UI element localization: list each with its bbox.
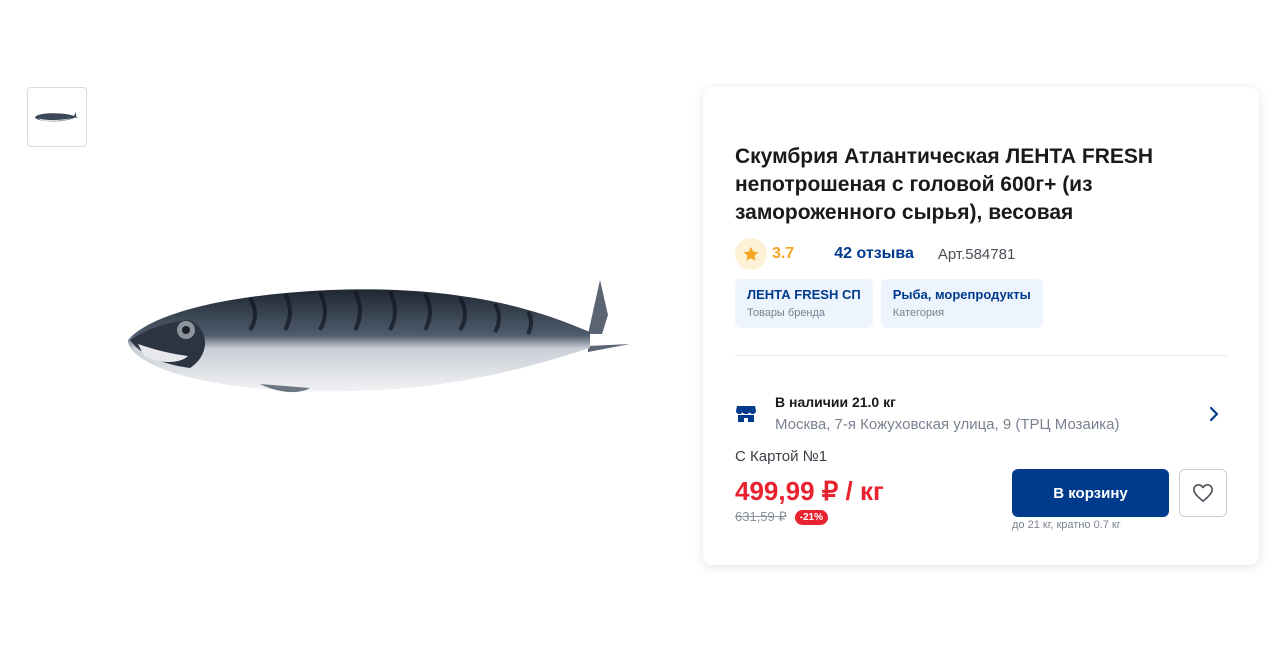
thumbnail-image[interactable]	[27, 87, 87, 147]
product-chips: ЛЕНТА FRESH СП Товары бренда Рыба, мореп…	[735, 279, 1043, 328]
fish-thumbnail-icon	[35, 111, 79, 122]
article-number: Арт.584781	[937, 245, 1016, 263]
chip-category[interactable]: Рыба, морепродукты Категория	[880, 279, 1043, 328]
add-to-cart-button[interactable]: В корзину	[1012, 469, 1169, 517]
reviews-link[interactable]: 42 отзыва	[834, 245, 914, 263]
star-icon	[735, 238, 767, 270]
discount-badge: -21%	[794, 509, 829, 525]
old-price-row: 631,59 ₽ -21%	[735, 509, 829, 525]
product-main-image	[110, 260, 650, 420]
chip-brand[interactable]: ЛЕНТА FRESH СП Товары бренда	[735, 279, 873, 328]
old-price: 631,59 ₽	[735, 509, 787, 524]
chip-brand-subtitle: Товары бренда	[747, 307, 826, 319]
chevron-right-icon	[1209, 406, 1219, 427]
loyalty-card-label: С Картой №1	[735, 448, 828, 465]
heart-icon	[1193, 484, 1213, 502]
stock-title: В наличии 21.0 кг	[775, 394, 896, 410]
chip-brand-title: ЛЕНТА FRESH СП	[747, 287, 861, 302]
stock-availability[interactable]: В наличии 21.0 кг Москва, 7-я Кожуховска…	[735, 392, 1227, 436]
mackerel-fish-image	[128, 280, 630, 393]
store-icon	[735, 404, 757, 429]
chip-category-subtitle: Категория	[892, 307, 945, 319]
current-price: 499,99 ₽ / кг	[735, 476, 884, 506]
divider	[735, 355, 1227, 356]
cart-quantity-note: до 21 кг, кратно 0.7 кг	[1012, 519, 1121, 531]
rating-value: 3.7	[772, 245, 795, 262]
chip-category-title: Рыба, морепродукты	[892, 287, 1031, 302]
product-title: Скумбрия Атлантическая ЛЕНТА FRESH непот…	[735, 145, 1154, 224]
rating-row: 3.7 42 отзыва Арт.584781	[735, 238, 1015, 270]
favorite-button[interactable]	[1179, 469, 1227, 517]
stock-address: Москва, 7-я Кожуховская улица, 9 (ТРЦ Мо…	[775, 416, 1120, 433]
product-card: Скумбрия Атлантическая ЛЕНТА FRESH непот…	[703, 87, 1259, 565]
